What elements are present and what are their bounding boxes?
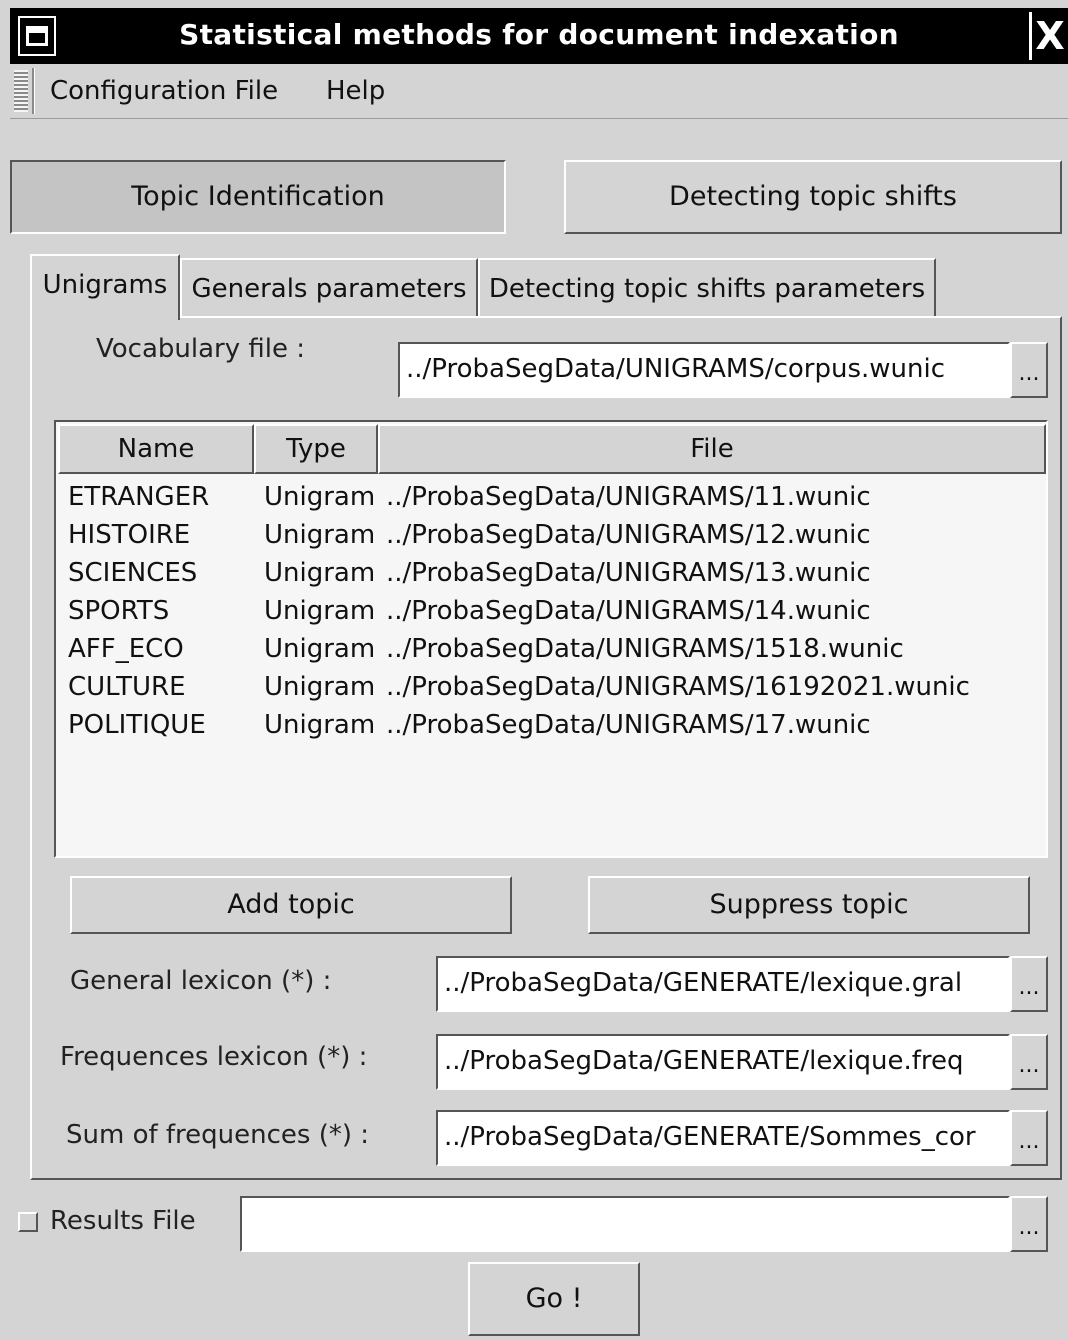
frequences-lexicon-label: Frequences lexicon (*) : — [60, 1042, 368, 1072]
topic-type: Unigram — [264, 520, 376, 550]
topic-file: ../ProbaSegData/UNIGRAMS/17.wunic — [386, 710, 871, 740]
topic-type: Unigram — [264, 672, 376, 702]
topic-type: Unigram — [264, 596, 376, 626]
general-lexicon-browse-button[interactable]: ... — [1010, 956, 1048, 1012]
topic-name: AFF_ECO — [68, 634, 184, 664]
topic-name: HISTOIRE — [68, 520, 191, 550]
tab-generals-parameters[interactable]: Generals parameters — [180, 258, 478, 318]
results-file-browse-button[interactable]: ... — [1010, 1196, 1048, 1252]
menu-separator — [32, 68, 35, 114]
topic-name: SPORTS — [68, 596, 170, 626]
sum-of-frequences-browse-button[interactable]: ... — [1010, 1110, 1048, 1166]
detecting-topic-shifts-button[interactable]: Detecting topic shifts — [564, 160, 1062, 234]
tab-unigrams[interactable]: Unigrams — [30, 254, 180, 320]
sum-of-frequences-label: Sum of frequences (*) : — [66, 1120, 370, 1150]
menu-bar: Configuration File Help — [10, 64, 1068, 119]
topic-type: Unigram — [264, 482, 376, 512]
topic-name: SCIENCES — [68, 558, 198, 588]
frequences-lexicon-input[interactable]: ../ProbaSegData/GENERATE/lexique.freq — [436, 1034, 1010, 1090]
results-file-checkbox[interactable] — [18, 1212, 38, 1232]
topic-type: Unigram — [264, 558, 376, 588]
column-header-file[interactable]: File — [378, 424, 1046, 474]
topic-file: ../ProbaSegData/UNIGRAMS/12.wunic — [386, 520, 871, 550]
general-lexicon-input[interactable]: ../ProbaSegData/GENERATE/lexique.gral — [436, 956, 1010, 1012]
topic-file: ../ProbaSegData/UNIGRAMS/14.wunic — [386, 596, 871, 626]
column-header-name[interactable]: Name — [58, 424, 254, 474]
general-lexicon-label: General lexicon (*) : — [70, 966, 332, 996]
topic-file: ../ProbaSegData/UNIGRAMS/16192021.wunic — [386, 672, 970, 702]
frequences-lexicon-browse-button[interactable]: ... — [1010, 1034, 1048, 1090]
results-file-input[interactable] — [240, 1196, 1010, 1252]
topic-file: ../ProbaSegData/UNIGRAMS/1518.wunic — [386, 634, 904, 664]
close-button[interactable]: X — [1029, 12, 1068, 60]
results-file-label: Results File — [50, 1206, 196, 1236]
topic-type: Unigram — [264, 710, 376, 740]
main-window: Statistical methods for document indexat… — [10, 0, 1068, 1340]
window-title: Statistical methods for document indexat… — [179, 18, 899, 51]
go-button[interactable]: Go ! — [468, 1262, 640, 1336]
topic-file: ../ProbaSegData/UNIGRAMS/13.wunic — [386, 558, 871, 588]
vocabulary-file-input[interactable]: ../ProbaSegData/UNIGRAMS/corpus.wunic — [398, 342, 1010, 398]
column-header-type[interactable]: Type — [254, 424, 378, 474]
topic-name: ETRANGER — [68, 482, 210, 512]
topic-identification-button[interactable]: Topic Identification — [10, 160, 506, 234]
title-bar: Statistical methods for document indexat… — [10, 8, 1068, 64]
tab-detecting-topic-shifts-parameters[interactable]: Detecting topic shifts parameters — [478, 258, 936, 318]
vocabulary-file-label: Vocabulary file : — [96, 334, 306, 364]
add-topic-button[interactable]: Add topic — [70, 876, 512, 934]
topic-type: Unigram — [264, 634, 376, 664]
suppress-topic-button[interactable]: Suppress topic — [588, 876, 1030, 934]
topic-file: ../ProbaSegData/UNIGRAMS/11.wunic — [386, 482, 871, 512]
topic-name: POLITIQUE — [68, 710, 206, 740]
vocabulary-browse-button[interactable]: ... — [1010, 342, 1048, 398]
menu-help[interactable]: Help — [326, 76, 385, 106]
topics-list[interactable]: Name Type File ETRANGER Unigram ../Proba… — [54, 420, 1048, 858]
menu-configuration-file[interactable]: Configuration File — [50, 76, 278, 106]
topic-name: CULTURE — [68, 672, 186, 702]
menu-grip-handle[interactable] — [14, 70, 28, 112]
sum-of-frequences-input[interactable]: ../ProbaSegData/GENERATE/Sommes_cor — [436, 1110, 1010, 1166]
